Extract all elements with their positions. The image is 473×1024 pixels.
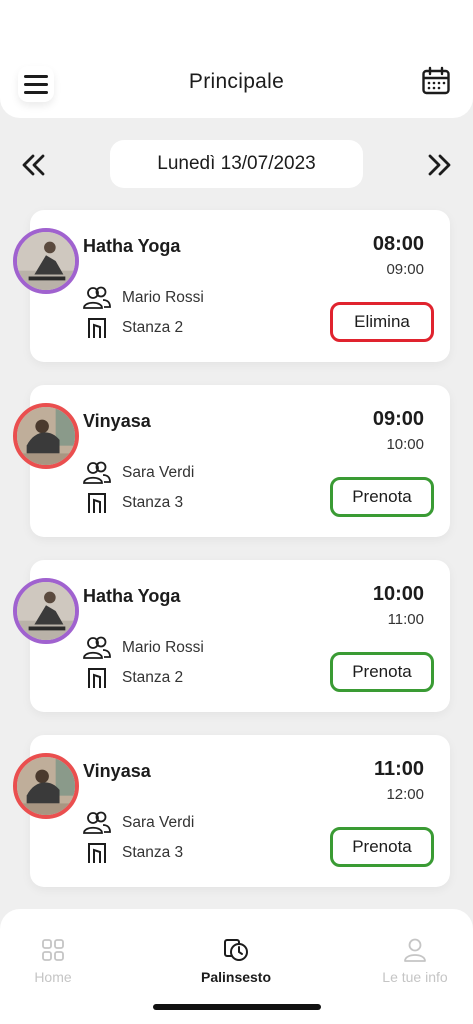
class-card[interactable]: Hatha Yoga 10:00 11:00 Mario Rossi Stanz… [13, 560, 450, 712]
class-name: Vinyasa [83, 411, 151, 431]
book-button[interactable]: Prenota [330, 827, 434, 867]
instructor-avatar [13, 228, 79, 294]
nav-item-profile[interactable]: Le tue info [355, 937, 473, 985]
people-icon [82, 286, 112, 310]
instructor-row: Mario Rossi [82, 286, 204, 310]
current-date[interactable]: Lunedì 13/07/2023 [110, 140, 363, 188]
class-name: Hatha Yoga [83, 586, 181, 606]
door-icon [82, 666, 112, 690]
room-row: Stanza 2 [82, 666, 183, 690]
room-name: Stanza 2 [122, 319, 184, 336]
class-card[interactable]: Hatha Yoga 08:00 09:00 Mario Rossi Stanz… [13, 210, 450, 362]
people-icon [82, 636, 112, 660]
instructor-name: Mario Rossi [122, 289, 204, 306]
room-name: Stanza 3 [122, 494, 184, 511]
room-name: Stanza 2 [122, 669, 184, 686]
nav-label-profile: Le tue info [382, 969, 448, 985]
date-navigator: Lunedì 13/07/2023 [0, 140, 473, 190]
people-icon [82, 461, 112, 485]
delete-button[interactable]: Elimina [330, 302, 434, 342]
room-name: Stanza 3 [122, 844, 184, 861]
instructor-avatar [13, 403, 79, 469]
door-icon [82, 491, 112, 515]
door-icon [82, 316, 112, 340]
instructor-row: Mario Rossi [82, 636, 204, 660]
door-icon [82, 841, 112, 865]
instructor-row: Sara Verdi [82, 461, 194, 485]
instructor-avatar [13, 753, 79, 819]
room-row: Stanza 2 [82, 316, 183, 340]
start-time: 10:00 [372, 583, 424, 605]
nav-item-schedule[interactable]: Palinsesto [176, 937, 296, 985]
end-time: 11:00 [387, 611, 424, 628]
instructor-row: Sara Verdi [82, 811, 194, 835]
start-time: 08:00 [372, 233, 424, 255]
grid-icon [40, 937, 66, 963]
end-time: 10:00 [386, 436, 424, 453]
start-time: 11:00 [373, 758, 424, 780]
double-chevron-left-icon[interactable] [20, 151, 48, 179]
class-card[interactable]: Vinyasa 09:00 10:00 Sara Verdi Stanza 3 … [13, 385, 450, 537]
book-button[interactable]: Prenota [330, 652, 434, 692]
user-icon [402, 937, 428, 963]
page-title: Principale [188, 70, 285, 93]
instructor-name: Sara Verdi [122, 814, 195, 831]
home-indicator[interactable] [153, 1004, 321, 1010]
class-card[interactable]: Vinyasa 11:00 12:00 Sara Verdi Stanza 3 … [13, 735, 450, 887]
double-chevron-right-icon[interactable] [425, 151, 453, 179]
book-button[interactable]: Prenota [330, 477, 434, 517]
end-time: 09:00 [386, 261, 424, 278]
app-header: Principale [0, 0, 473, 118]
nav-item-home[interactable]: Home [0, 937, 113, 985]
calendar-icon[interactable] [421, 66, 451, 96]
room-row: Stanza 3 [82, 491, 183, 515]
instructor-name: Mario Rossi [122, 639, 204, 656]
room-row: Stanza 3 [82, 841, 183, 865]
nav-label-schedule: Palinsesto [200, 969, 272, 985]
start-time: 09:00 [372, 408, 424, 430]
end-time: 12:00 [386, 786, 424, 803]
instructor-avatar [13, 578, 79, 644]
nav-label-home: Home [34, 969, 72, 985]
schedule-clock-icon [223, 937, 249, 963]
class-name: Vinyasa [83, 761, 151, 781]
instructor-name: Sara Verdi [122, 464, 195, 481]
people-icon [82, 811, 112, 835]
class-name: Hatha Yoga [83, 236, 181, 256]
